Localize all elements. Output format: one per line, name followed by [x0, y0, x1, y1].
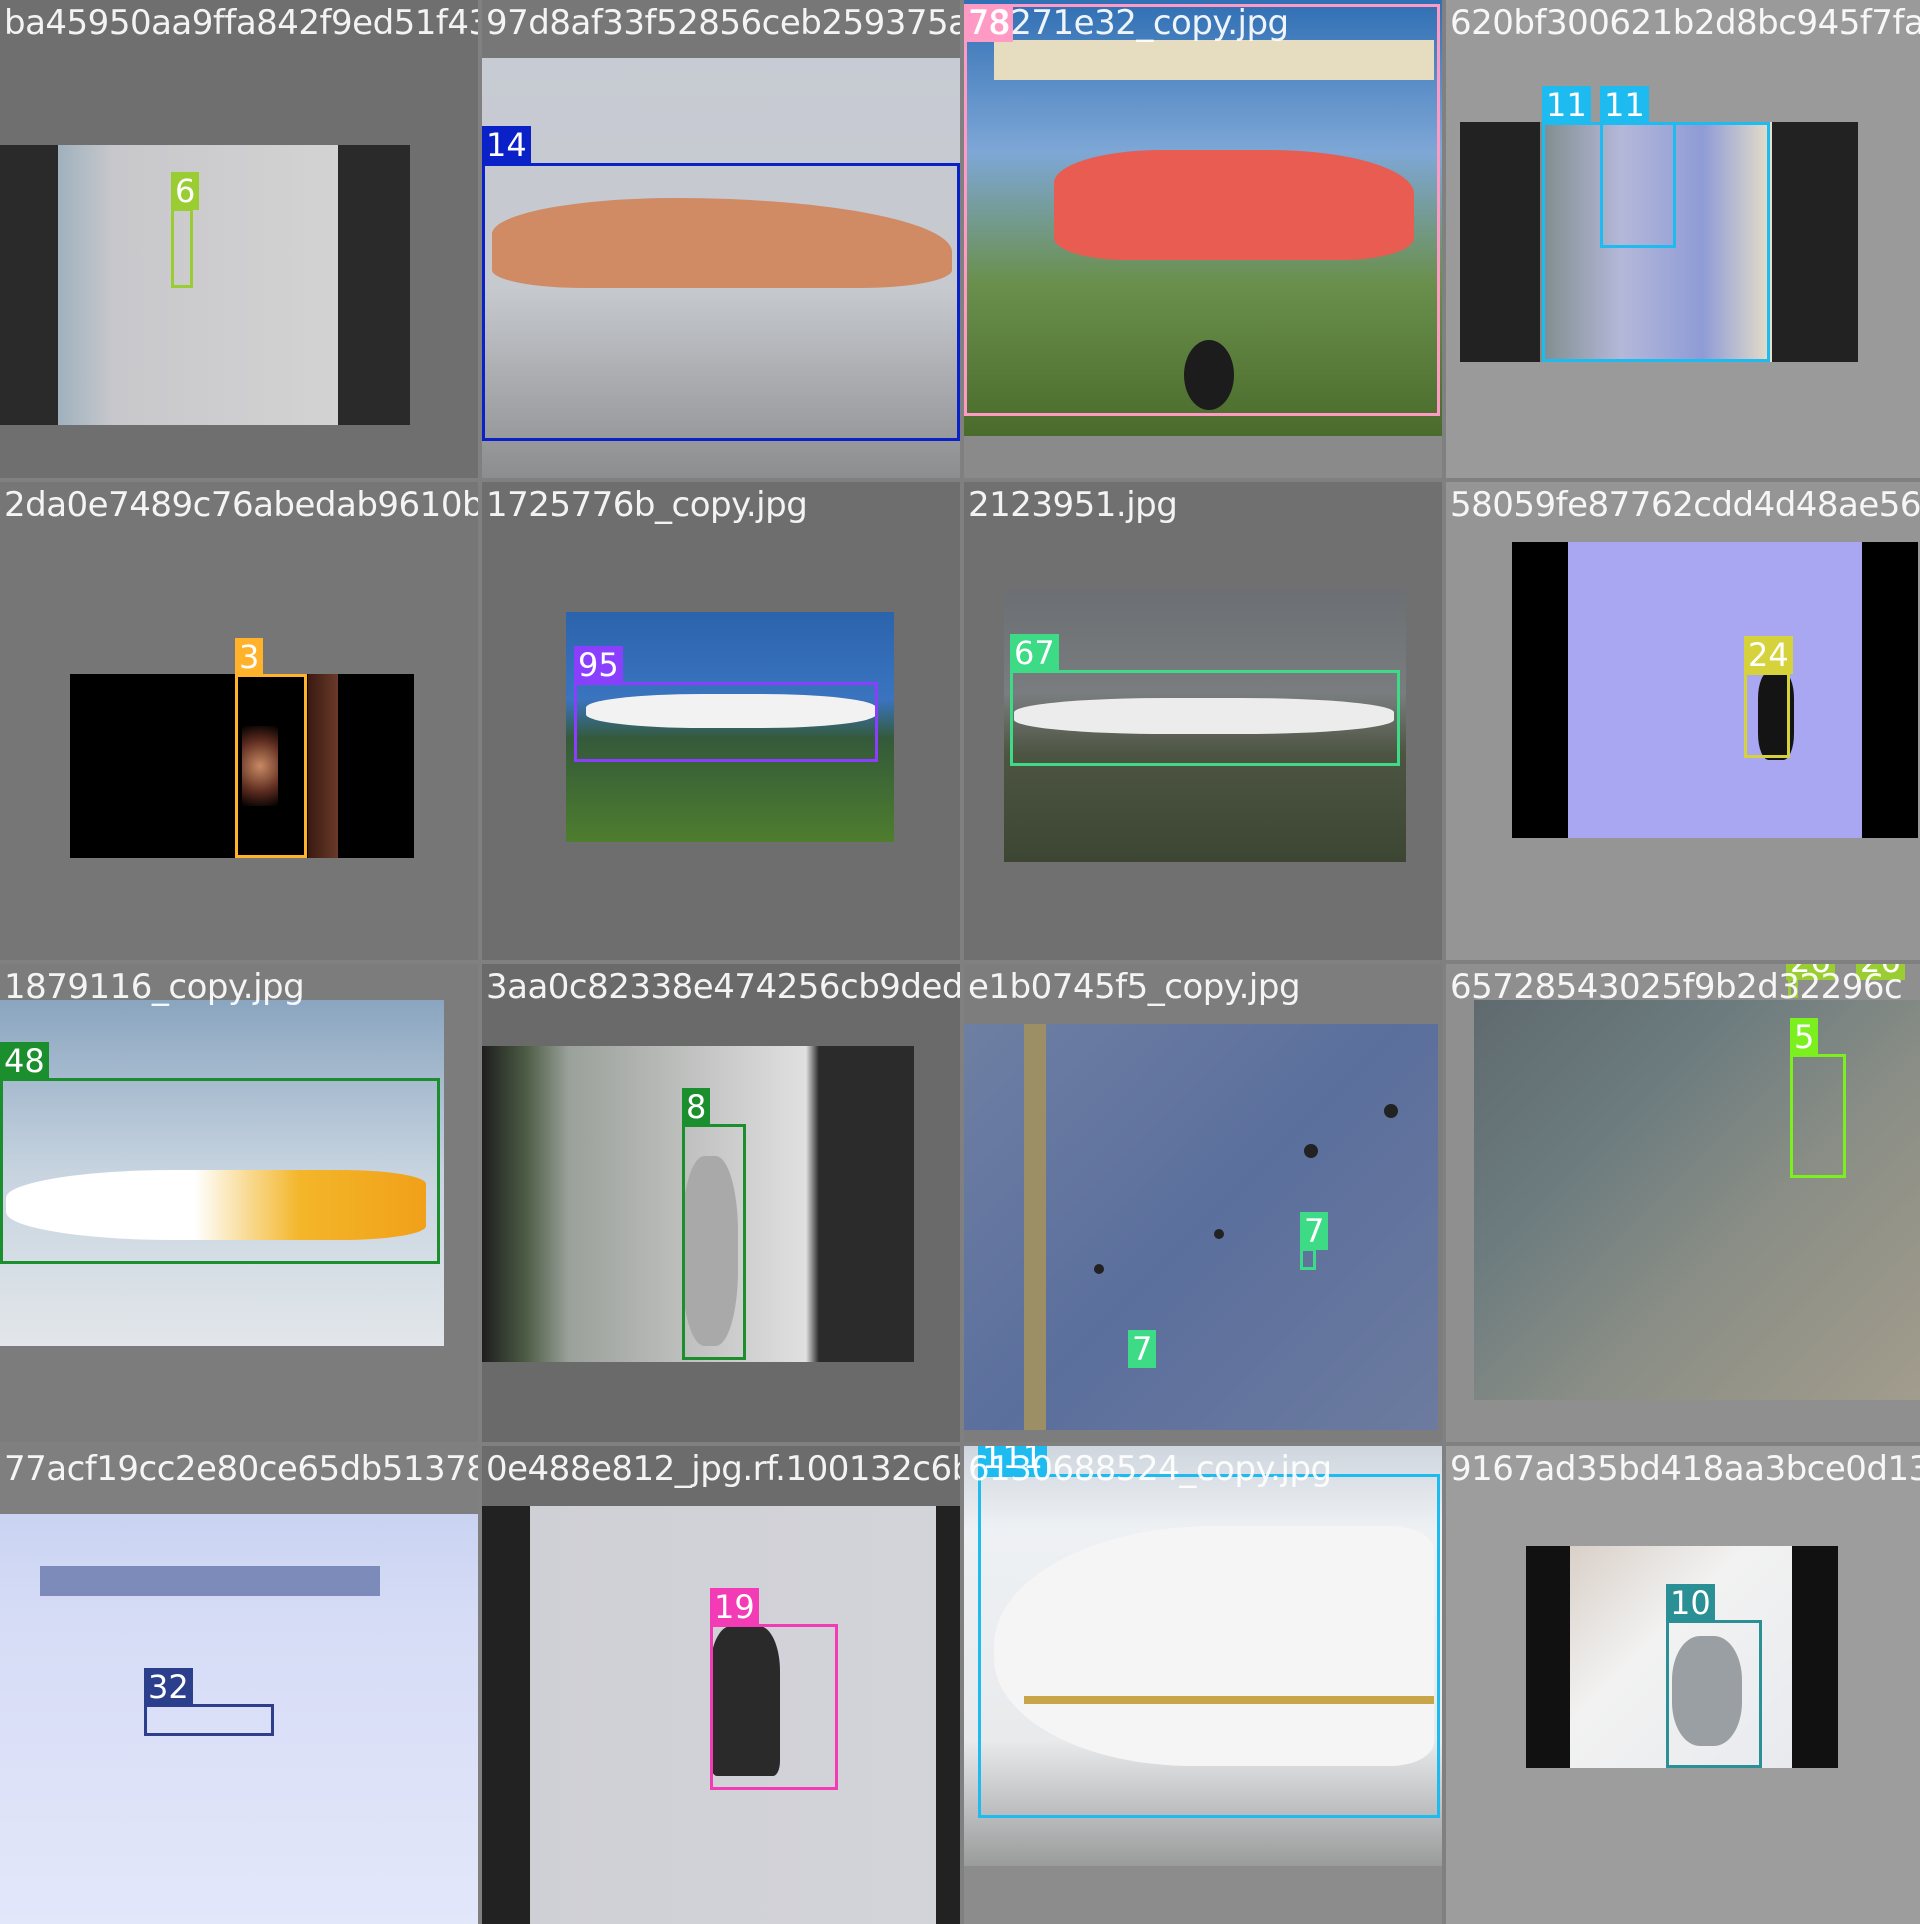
tile-10-bbox-1-label: 8	[682, 1088, 711, 1126]
tile-12-bbox-2	[1788, 978, 1798, 998]
tile-5-bbox-1	[235, 674, 307, 858]
tile-6-bbox-1	[574, 682, 878, 762]
tile-10-bbox-1	[682, 1124, 746, 1360]
tile-2-filename: 97d8af33f52856ceb259375a	[486, 3, 960, 43]
tile-12-bbox-1	[1790, 1054, 1846, 1178]
tile-1-filename: ba45950aa9ffa842f9ed51f4397d8af33f52856c…	[4, 3, 478, 43]
tile-11-dot-1	[1094, 1264, 1104, 1274]
tile-4-bbox-2-label: 11	[1600, 86, 1649, 124]
tile-16-bbox-1	[1666, 1620, 1762, 1768]
tile-16: 10 9167ad35bd418aa3bce0d13	[1446, 1446, 1920, 1924]
tile-14: 19 0e488e812_jpg.rf.100132c6b	[482, 1446, 960, 1924]
tile-13: 32 77acf19cc2e80ce65db5137870d48868	[0, 1446, 478, 1924]
tile-12-bbox-1-label: 5	[1790, 1018, 1819, 1056]
tile-11-dot-2	[1214, 1229, 1224, 1239]
tile-5-edge-glow	[308, 674, 338, 858]
tile-6: 95 1725776b_copy.jpg	[482, 482, 960, 960]
tile-1-bbox-1-label: 6	[171, 172, 200, 210]
tile-14-bbox-1	[710, 1624, 838, 1790]
tile-7-bbox-1	[1010, 670, 1400, 766]
tile-14-bbox-1-label: 19	[710, 1588, 759, 1626]
tile-8: 24 58059fe87762cdd4d48ae56	[1446, 482, 1920, 960]
tile-8-photo	[1512, 542, 1918, 838]
tile-12-bbox-2-label: 26	[1786, 964, 1835, 980]
mosaic-grid: 6 ba45950aa9ffa842f9ed51f4397d8af33f5285…	[0, 0, 1920, 1924]
tile-8-filename: 58059fe87762cdd4d48ae56	[1450, 485, 1920, 525]
tile-11-bbox-1-label: 7	[1300, 1212, 1329, 1250]
tile-11-dot-3	[1304, 1144, 1318, 1158]
tile-12-bbox-3-label: 26	[1856, 964, 1905, 980]
tile-11-bbox-1	[1300, 1248, 1316, 1270]
tile-15-bbox-1	[978, 1474, 1440, 1818]
tile-3-bbox-1	[964, 4, 1440, 416]
tile-11-photo	[964, 1024, 1438, 1430]
tile-2-bbox-1-label: 14	[482, 126, 531, 164]
tile-7-bbox-1-label: 67	[1010, 634, 1059, 672]
tile-9-bbox-1	[0, 1078, 440, 1264]
tile-15: 111 6130688524_copy.jpg	[964, 1446, 1442, 1924]
tile-16-bbox-1-label: 10	[1666, 1584, 1715, 1622]
tile-8-bbox-1-label: 24	[1744, 636, 1793, 674]
tile-12-photo	[1474, 1000, 1920, 1400]
tile-11-filename: e1b0745f5_copy.jpg	[968, 967, 1301, 1007]
tile-10: 8 3aa0c82338e474256cb9dedef0907467f9c804…	[482, 964, 960, 1442]
tile-8-bbox-1	[1744, 672, 1790, 758]
tile-5-filename: 2da0e7489c76abedab9610bd7253776_copy.jpg	[4, 485, 478, 525]
tile-1-photo	[0, 145, 410, 425]
tile-14-filename: 0e488e812_jpg.rf.100132c6b	[486, 1449, 960, 1489]
tile-4-bbox-1-label: 11	[1542, 86, 1591, 124]
tile-9-bbox-1-label: 48	[0, 1042, 49, 1080]
tile-7: 67 2123951.jpg	[964, 482, 1442, 960]
tile-13-bbox-1	[144, 1704, 274, 1736]
tile-4: 11 11 620bf300621b2d8bc945f7fa	[1446, 0, 1920, 478]
tile-15-bbox-1-label: 111	[978, 1446, 1048, 1476]
tile-3: 78 78271e32_copy.jpg	[964, 0, 1442, 478]
tile-11-dot-4	[1384, 1104, 1398, 1118]
tile-1-bbox-1	[171, 208, 193, 288]
tile-6-bbox-1-label: 95	[574, 646, 623, 684]
tile-12: 5 26 26 65728543025f9b2d32296c	[1446, 964, 1920, 1442]
tile-5: 3 2da0e7489c76abedab9610bd7253776_copy.j…	[0, 482, 478, 960]
tile-13-horizon-strip	[40, 1566, 380, 1596]
tile-4-filename: 620bf300621b2d8bc945f7fa	[1450, 3, 1920, 43]
tile-11-left-post	[1024, 1024, 1046, 1430]
tile-1: 6 ba45950aa9ffa842f9ed51f4397d8af33f5285…	[0, 0, 478, 478]
tile-11: 7 7 e1b0745f5_copy.jpg	[964, 964, 1442, 1442]
tile-10-filename: 3aa0c82338e474256cb9dedef0907467f9c80409…	[486, 967, 960, 1007]
tile-2: 14 97d8af33f52856ceb259375a	[482, 0, 960, 478]
tile-11-bbox-2-label: 7	[1128, 1330, 1157, 1368]
tile-8-sky	[1568, 542, 1862, 838]
tile-13-filename: 77acf19cc2e80ce65db5137870d48868	[4, 1449, 478, 1489]
tile-7-filename: 2123951.jpg	[968, 485, 1178, 525]
tile-2-bbox-1	[482, 163, 960, 441]
tile-3-bbox-1-label: 78	[964, 4, 1013, 42]
tile-4-bbox-2	[1600, 122, 1676, 248]
tile-13-bbox-1-label: 32	[144, 1668, 193, 1706]
tile-5-bbox-1-label: 3	[235, 638, 264, 676]
tile-16-filename: 9167ad35bd418aa3bce0d13	[1450, 1449, 1920, 1489]
tile-6-filename: 1725776b_copy.jpg	[486, 485, 808, 525]
tile-9: 48 1879116_copy.jpg	[0, 964, 478, 1442]
